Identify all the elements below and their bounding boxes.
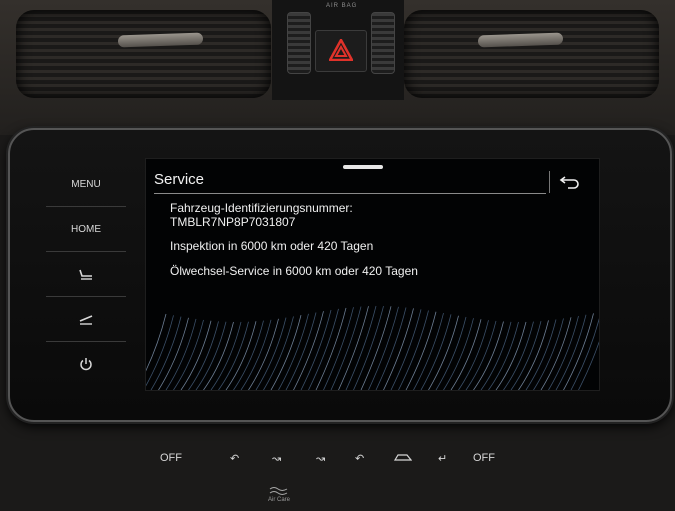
seat-heat-right-icon[interactable]: ↵ [438, 452, 447, 465]
wave-line [158, 317, 189, 390]
wave-line [188, 321, 219, 390]
airflow-feet-icon[interactable]: ↝ [272, 452, 281, 465]
left-off-label: OFF [160, 452, 182, 464]
menu-button[interactable]: MENU [46, 162, 126, 207]
back-arrow-icon [559, 176, 579, 189]
wave-line [375, 307, 407, 390]
seat-heat-left-button[interactable] [46, 252, 126, 297]
service-info: Fahrzeug-Identifizierungsnummer: TMBLR7N… [170, 201, 570, 278]
wave-line [435, 316, 467, 390]
wave-line [563, 313, 594, 390]
wave-line [150, 316, 182, 390]
right-vent-thumbwheel[interactable] [371, 12, 395, 74]
menu-button-label: MENU [71, 178, 101, 190]
vin-value: TMBLR7NP8P7031807 [170, 215, 296, 229]
wave-line [293, 311, 324, 390]
oil-service-interval: Ölwechsel-Service in 6000 km oder 420 Ta… [170, 264, 418, 278]
airflow-auto-icon[interactable]: ↶ [355, 452, 364, 465]
service-screen: Service Fahrzeug-Identifizierungsnummer:… [145, 158, 600, 391]
hazard-button[interactable] [315, 30, 367, 72]
recirculation-icon[interactable] [393, 452, 413, 465]
wave-line [428, 315, 459, 390]
left-vent-thumbwheel[interactable] [287, 12, 311, 74]
wave-line [510, 321, 542, 390]
wave-line [443, 318, 474, 390]
hazard-triangle-icon [329, 39, 353, 61]
home-button[interactable]: HOME [46, 207, 126, 252]
wave-line [315, 307, 347, 390]
background-wave-pattern [146, 305, 599, 390]
page-title: Service [154, 171, 205, 188]
airflow-body-icon[interactable]: ↝ [316, 452, 325, 465]
wave-line [570, 318, 599, 390]
pull-down-handle[interactable] [343, 165, 383, 169]
wave-line [465, 320, 497, 390]
power-button[interactable] [46, 342, 126, 386]
car-recirculation-icon [393, 454, 413, 461]
climate-control-strip: OFF ↶ ↝ ↝ ↶ ↵ OFF [150, 440, 525, 490]
airbag-label: AIR BAG [326, 3, 358, 9]
home-button-label: HOME [71, 223, 101, 235]
right-temp-off[interactable]: OFF [473, 452, 495, 464]
wave-line [368, 306, 399, 390]
side-button-panel: MENU HOME [46, 162, 126, 397]
power-icon [80, 358, 92, 371]
wave-line [173, 319, 204, 390]
wave-line [300, 309, 332, 390]
wave-line [285, 312, 317, 390]
right-off-label: OFF [473, 452, 495, 464]
wave-line [180, 320, 212, 390]
air-care-label: Air Care [268, 497, 291, 503]
wave-line [278, 313, 309, 390]
wave-line [323, 307, 354, 390]
back-button[interactable] [549, 171, 590, 193]
wave-line [165, 318, 197, 390]
left-air-vent [16, 10, 271, 98]
inspection-interval: Inspektion in 6000 km oder 420 Tagen [170, 239, 374, 253]
seat-heat-right-button[interactable] [46, 297, 126, 342]
seat-heat-icon[interactable]: ↶ [230, 452, 239, 465]
wave-line [458, 320, 489, 390]
wave-line [450, 319, 482, 390]
vin-label: Fahrzeug-Identifizierungsnummer: [170, 201, 353, 215]
wave-line [146, 313, 167, 372]
seat-recline-icon [79, 315, 93, 325]
seat-icon [79, 269, 92, 280]
right-air-vent [404, 10, 659, 98]
wave-line [473, 321, 504, 390]
title-divider [154, 193, 546, 194]
air-care-icon [269, 487, 288, 495]
left-temp-off[interactable]: OFF [160, 452, 182, 464]
wave-line [308, 308, 339, 390]
